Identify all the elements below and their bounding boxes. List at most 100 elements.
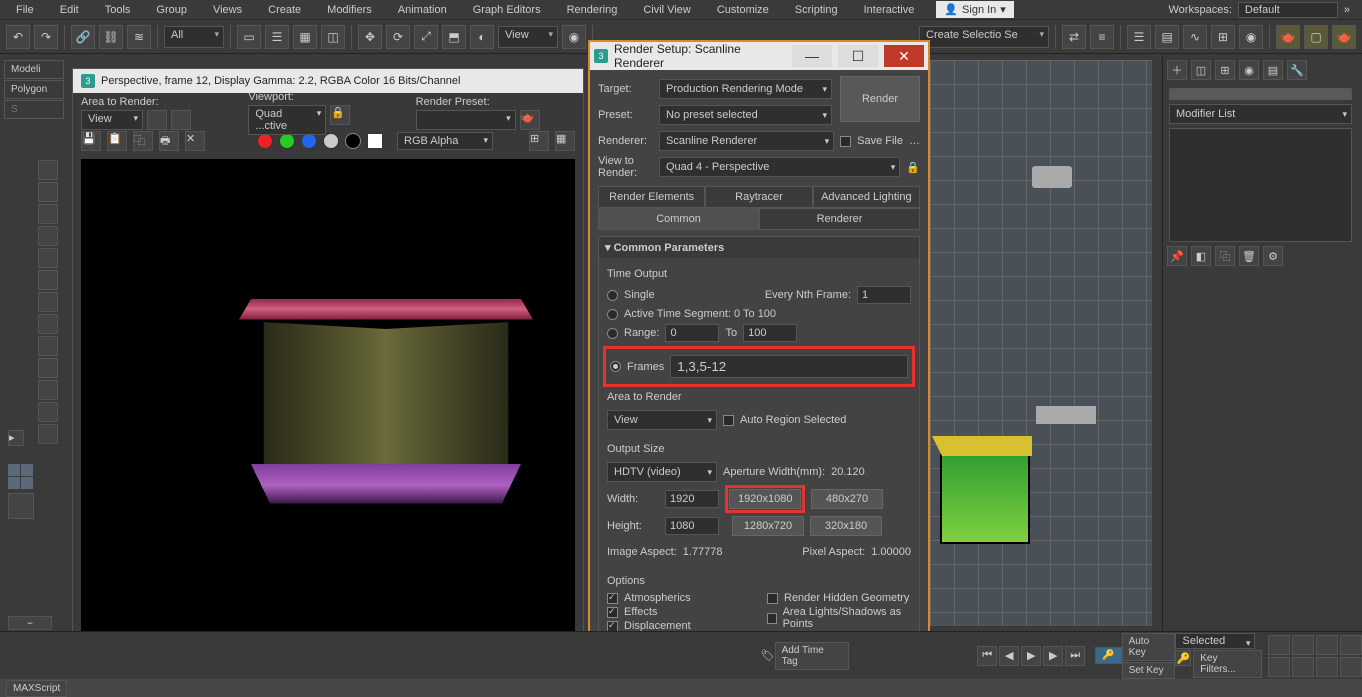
util5-icon[interactable] [38, 402, 58, 422]
cb-area-lights[interactable] [767, 613, 777, 624]
orbit-icon[interactable] [1316, 635, 1338, 655]
pin-stack-icon[interactable]: 📌 [1167, 246, 1187, 266]
tab-s[interactable]: S [4, 100, 64, 119]
render-frame-button[interactable]: ▢ [1304, 25, 1328, 49]
blue-channel-toggle[interactable] [301, 133, 317, 149]
time-tag-icon[interactable]: 🏷 [761, 649, 775, 662]
walk-icon[interactable] [1316, 657, 1338, 677]
util2-icon[interactable] [38, 336, 58, 356]
goto-start-button[interactable]: ⏮ [977, 646, 997, 666]
cameras-icon[interactable] [38, 226, 58, 246]
display-panel-icon[interactable]: ▤ [1263, 60, 1283, 80]
menu-interactive[interactable]: Interactive [852, 2, 927, 18]
utilities-panel-icon[interactable]: 🔧 [1287, 60, 1307, 80]
browse-icon[interactable]: … [909, 135, 920, 147]
select-by-name-button[interactable]: ☰ [265, 25, 289, 49]
red-channel-toggle[interactable] [257, 133, 273, 149]
named-selection-dropdown[interactable]: Create Selectio Se [919, 26, 1049, 48]
menu-civil-view[interactable]: Civil View [631, 2, 702, 18]
key-mode-toggle[interactable]: 🔑 [1095, 647, 1121, 664]
alpha-channel-toggle[interactable] [323, 133, 339, 149]
menu-customize[interactable]: Customize [705, 2, 781, 18]
sign-in-button[interactable]: 👤 Sign In ▾ [936, 1, 1013, 18]
cb-effects[interactable] [607, 607, 618, 618]
layer-explorer-button[interactable]: ☰ [1127, 25, 1151, 49]
radio-active-segment[interactable] [607, 309, 618, 320]
pan-icon[interactable] [1268, 635, 1290, 655]
menu-graph-editors[interactable]: Graph Editors [461, 2, 553, 18]
lights-icon[interactable] [38, 204, 58, 224]
fov-icon[interactable] [1292, 657, 1314, 677]
tab-modeling[interactable]: Modeli [4, 60, 64, 79]
systems-icon[interactable] [38, 292, 58, 312]
modifier-stack[interactable] [1169, 128, 1352, 242]
prev-frame-button[interactable]: ◀ [999, 646, 1019, 666]
scale-button[interactable]: ⤢ [414, 25, 438, 49]
height-spinner[interactable]: 1080 [665, 517, 719, 535]
mini-bar-1[interactable]: ┉ [8, 616, 52, 630]
toggle-ribbon-button[interactable]: ▤ [1155, 25, 1179, 49]
placement-button[interactable]: ⬒ [442, 25, 466, 49]
select-object-button[interactable]: ▭ [237, 25, 261, 49]
radio-range[interactable] [607, 328, 618, 339]
swatch-toggle[interactable] [367, 133, 383, 149]
close-button[interactable]: ✕ [884, 45, 924, 67]
range-from-spinner[interactable]: 0 [665, 324, 719, 342]
rectangle-select-button[interactable]: ▦ [293, 25, 317, 49]
make-unique-icon[interactable]: ⿻ [1215, 246, 1235, 266]
maximize-viewport-icon[interactable] [1340, 635, 1362, 655]
viewport-layout-other[interactable] [8, 493, 34, 519]
window-crossing-button[interactable]: ◫ [321, 25, 345, 49]
tab-render-elements[interactable]: Render Elements [598, 186, 705, 208]
green-channel-toggle[interactable] [279, 133, 295, 149]
teapot-render-icon[interactable]: 🫖 [520, 110, 540, 130]
menu-rendering[interactable]: Rendering [555, 2, 630, 18]
clone-img-button[interactable]: ⿻ [133, 131, 153, 151]
util4-icon[interactable] [38, 380, 58, 400]
spacewarps-icon[interactable] [38, 270, 58, 290]
max-toggle-icon[interactable] [1340, 657, 1362, 677]
overlay-button[interactable]: ▦ [555, 131, 575, 151]
preset-1920x1080[interactable]: 1920x1080 [729, 489, 801, 509]
preset-dropdown[interactable]: No preset selected [659, 105, 832, 125]
motion-panel-icon[interactable]: ◉ [1239, 60, 1259, 80]
util3-icon[interactable] [38, 358, 58, 378]
copy-img-button[interactable]: 📋 [107, 131, 127, 151]
create-panel-icon[interactable]: ＋ [1167, 60, 1187, 80]
modify-panel-icon[interactable]: ◫ [1191, 60, 1211, 80]
save-file-checkbox[interactable] [840, 136, 851, 147]
save-img-button[interactable]: 💾 [81, 131, 101, 151]
clear-img-button[interactable]: ✕ [185, 131, 205, 151]
use-pivot-button[interactable]: ◉ [562, 25, 586, 49]
mono-channel-toggle[interactable] [345, 133, 361, 149]
align-button[interactable]: ≡ [1090, 25, 1114, 49]
menu-create[interactable]: Create [256, 2, 313, 18]
menu-group[interactable]: Group [144, 2, 199, 18]
modifier-list-dropdown[interactable]: Modifier List [1169, 104, 1352, 124]
configure-sets-icon[interactable]: ⚙ [1263, 246, 1283, 266]
menu-scripting[interactable]: Scripting [783, 2, 850, 18]
play-button[interactable]: ▶ [1021, 646, 1041, 666]
viewport-layout-4view[interactable] [8, 464, 34, 490]
nth-frame-spinner[interactable]: 1 [857, 286, 911, 304]
common-parameters-header[interactable]: ▾ Common Parameters [599, 237, 919, 258]
viewport-area[interactable] [930, 60, 1152, 626]
cb-atmospherics[interactable] [607, 593, 618, 604]
shapes-icon[interactable] [38, 182, 58, 202]
key-filter-dropdown[interactable]: Selected [1175, 633, 1255, 649]
workspaces-dropdown[interactable]: Default [1238, 2, 1338, 18]
size-preset-dropdown[interactable]: HDTV (video) [607, 462, 717, 482]
redo-button[interactable]: ↷ [34, 25, 58, 49]
hierarchy-panel-icon[interactable]: ⊞ [1215, 60, 1235, 80]
radio-single[interactable] [607, 290, 618, 301]
set-key-icon[interactable]: 🔑 [1175, 650, 1191, 666]
view-to-render-dropdown[interactable]: Quad 4 - Perspective [659, 157, 900, 177]
goto-end-button[interactable]: ⏭ [1065, 646, 1085, 666]
remove-modifier-icon[interactable]: 🗑 [1239, 246, 1259, 266]
preset-480x270[interactable]: 480x270 [811, 489, 883, 509]
show-end-result-icon[interactable]: ◧ [1191, 246, 1211, 266]
key-filters-button[interactable]: Key Filters... [1193, 650, 1262, 678]
material-editor-button[interactable]: ◉ [1239, 25, 1263, 49]
link-button[interactable]: 🔗 [71, 25, 95, 49]
auto-region-checkbox[interactable] [723, 415, 734, 426]
